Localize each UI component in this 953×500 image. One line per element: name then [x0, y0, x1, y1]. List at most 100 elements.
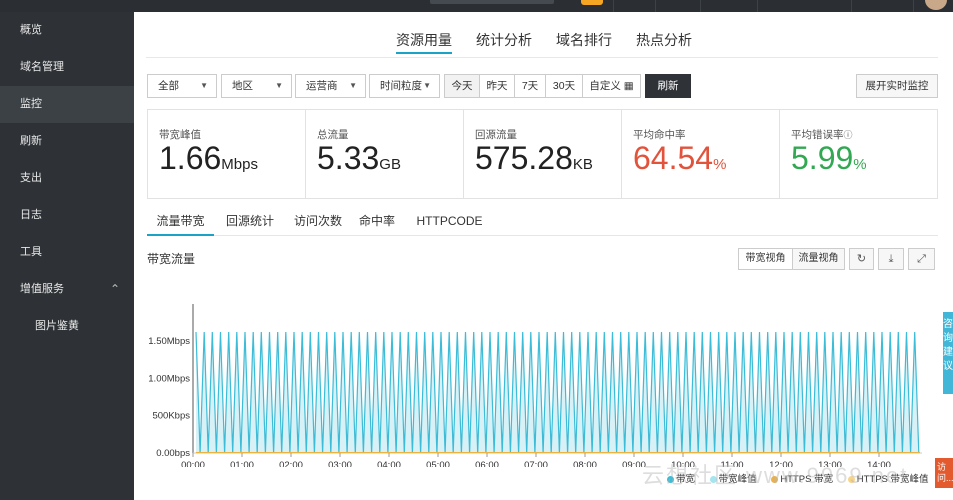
x-tick-label: 02:00: [279, 460, 303, 467]
refresh-button[interactable]: 刷新: [645, 74, 691, 98]
feedback-float-button[interactable]: 咨询建议: [943, 312, 953, 394]
y-tick-label: 500Kbps: [152, 411, 190, 422]
tab-domain-ranking[interactable]: 域名排行: [556, 30, 612, 54]
range-yesterday-button[interactable]: 昨天: [479, 74, 515, 98]
sidebar-item-refresh[interactable]: 刷新: [0, 123, 134, 160]
sidebar-item-monitoring[interactable]: 监控: [0, 86, 134, 123]
top-divider: [655, 0, 656, 12]
traffic-view-button[interactable]: 流量视角: [792, 248, 845, 270]
x-tick-label: 11:00: [720, 460, 743, 467]
range-custom-button[interactable]: 自定义 ▦: [582, 74, 641, 98]
stats-panel: 带宽峰值 1.66Mbps 总流量 5.33GB 回源流量 575.28KB 平…: [147, 109, 938, 199]
top-search-input[interactable]: [430, 0, 554, 4]
visit-float-button[interactable]: 访问...: [935, 458, 953, 488]
isp-select-value: 运营商: [306, 80, 338, 92]
x-tick-label: 05:00: [426, 460, 450, 467]
y-tick-label: 0.00bps: [156, 448, 190, 459]
sidebar-item-tools[interactable]: 工具: [0, 234, 134, 271]
x-tick-label: 00:00: [181, 460, 205, 467]
region-select[interactable]: 地区 ▼: [221, 74, 292, 98]
help-icon[interactable]: ⓘ: [844, 130, 853, 140]
legend-item[interactable]: HTTPS 带宽: [771, 474, 833, 485]
sidebar-item-value-added-services[interactable]: 增值服务 ⌃: [0, 271, 134, 308]
y-tick-label: 1.50Mbps: [148, 336, 190, 347]
subtab-httpcode[interactable]: HTTPCODE: [406, 212, 493, 236]
sidebar: 概览 域名管理 监控 刷新 支出 日志 工具 增值服务 ⌃ 图片鉴黄: [0, 12, 134, 500]
download-icon[interactable]: ⤓: [878, 248, 904, 270]
stat-peak-bandwidth: 带宽峰值 1.66Mbps: [148, 110, 306, 198]
caret-down-icon: ▼: [349, 81, 357, 90]
stat-label: 平均错误率ⓘ: [791, 127, 937, 141]
legend-label: 带宽峰值: [718, 474, 757, 485]
stat-number: 575.28: [475, 140, 573, 176]
stat-label: 回源流量: [475, 129, 517, 141]
legend-item[interactable]: 带宽峰值: [709, 474, 757, 485]
range-30days-button[interactable]: 30天: [545, 74, 583, 98]
isp-select[interactable]: 运营商 ▼: [295, 74, 366, 98]
stat-hit-rate: 平均命中率 64.54%: [622, 110, 780, 198]
tab-resource-usage[interactable]: 资源用量: [396, 30, 452, 54]
range-today-button[interactable]: 今天: [444, 74, 480, 98]
stat-number: 5.33: [317, 140, 380, 176]
sidebar-item-domain-management[interactable]: 域名管理: [0, 49, 134, 86]
tab-statistics[interactable]: 统计分析: [476, 30, 532, 54]
stat-unit: %: [713, 156, 727, 173]
sidebar-item-logs[interactable]: 日志: [0, 197, 134, 234]
x-tick-label: 14:00: [867, 460, 891, 467]
chart-legend: 带宽 带宽峰值 HTTPS 带宽 HTTPS 带宽峰值: [667, 471, 941, 485]
granularity-select-value: 时间粒度: [380, 80, 422, 92]
top-divider: [913, 0, 914, 12]
stat-unit: Mbps: [221, 156, 258, 173]
sidebar-item-billing[interactable]: 支出: [0, 160, 134, 197]
tab-hotspot-analysis[interactable]: 热点分析: [636, 30, 692, 54]
sidebar-item-overview[interactable]: 概览: [0, 12, 134, 49]
domain-select-value: 全部: [158, 80, 179, 92]
subtab-visits[interactable]: 访问次数: [284, 212, 352, 236]
bandwidth-view-button[interactable]: 带宽视角: [738, 248, 793, 270]
tab-divider: [146, 57, 938, 58]
granularity-select[interactable]: 时间粒度 ▼: [369, 74, 440, 98]
sidebar-item-label: 增值服务: [20, 283, 64, 295]
caret-down-icon: ▼: [275, 81, 283, 90]
chart-title: 带宽流量: [147, 252, 196, 266]
range-custom-label: 自定义: [589, 80, 621, 92]
subtab-origin-stats[interactable]: 回源统计: [216, 212, 284, 236]
stat-value: 5.33GB: [317, 141, 463, 182]
stat-unit: KB: [572, 156, 593, 173]
stat-value: 575.28KB: [475, 141, 621, 182]
avatar[interactable]: [925, 0, 947, 10]
chevron-up-icon: ⌃: [109, 282, 120, 296]
stat-value: 1.66Mbps: [159, 141, 305, 182]
x-tick-label: 01:00: [230, 460, 254, 467]
x-tick-label: 12:00: [769, 460, 793, 467]
caret-down-icon: ▼: [423, 81, 431, 90]
stat-number: 1.66: [159, 140, 222, 176]
subtab-hit-rate[interactable]: 命中率: [352, 212, 402, 236]
region-select-value: 地区: [232, 80, 253, 92]
sidebar-item-image-moderation[interactable]: 图片鉴黄: [0, 308, 134, 345]
stat-number: 64.54: [633, 140, 714, 176]
refresh-icon[interactable]: ↻: [849, 248, 874, 270]
x-tick-label: 08:00: [573, 460, 597, 467]
top-divider: [700, 0, 701, 12]
stat-label: 平均命中率: [633, 129, 686, 141]
expand-icon[interactable]: ⤢: [908, 248, 935, 270]
subtab-bandwidth[interactable]: 流量带宽: [147, 212, 214, 236]
x-tick-label: 07:00: [524, 460, 548, 467]
realtime-monitor-button[interactable]: 展开实时监控: [856, 74, 938, 98]
range-7days-button[interactable]: 7天: [514, 74, 546, 98]
caret-down-icon: ▼: [200, 81, 208, 90]
stat-value: 64.54%: [633, 141, 779, 182]
main-tabs: 资源用量 统计分析 域名排行 热点分析: [396, 30, 716, 54]
legend-item[interactable]: 带宽: [667, 474, 695, 485]
notification-badge[interactable]: [581, 0, 603, 5]
legend-label: HTTPS 带宽峰值: [856, 474, 929, 485]
legend-item[interactable]: HTTPS 带宽峰值: [847, 474, 929, 485]
stat-error-rate: 平均错误率ⓘ 5.99%: [780, 110, 937, 198]
top-bar: [0, 0, 953, 12]
domain-select[interactable]: 全部 ▼: [147, 74, 217, 98]
stat-unit: GB: [379, 156, 401, 173]
x-tick-label: 06:00: [475, 460, 499, 467]
x-tick-label: 13:00: [818, 460, 842, 467]
stat-total-traffic: 总流量 5.33GB: [306, 110, 464, 198]
